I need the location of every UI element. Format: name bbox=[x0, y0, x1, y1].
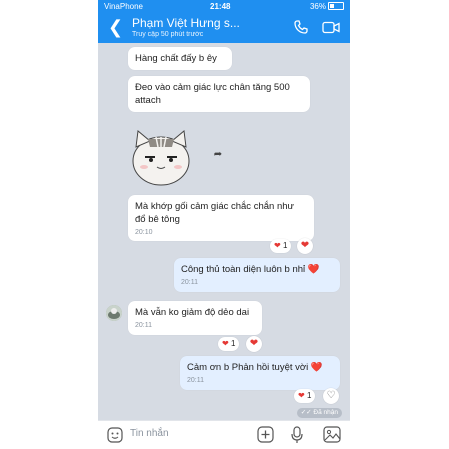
last-seen-status: Truy cập 50 phút trước bbox=[132, 31, 204, 38]
message-text: Cảm ơn b Phản hồi tuyệt vời ❤️ bbox=[187, 362, 323, 373]
carrier-label: VinaPhone bbox=[104, 2, 143, 11]
emoji-icon[interactable] bbox=[107, 427, 123, 448]
message-text: Công thủ toàn diện luôn b nhỉ ❤️ bbox=[181, 264, 320, 275]
seen-status: ✓✓ Đã nhận bbox=[296, 408, 342, 418]
heart-outline-icon: ♡ bbox=[326, 390, 336, 401]
message-list[interactable]: Hàng chất đấy b êy Đeo vào cảm giác lực … bbox=[98, 43, 350, 420]
message-bubble[interactable]: Mà khớp gối cảm giác chắc chắn như đổ bê… bbox=[128, 195, 314, 241]
message-text: Đeo vào cảm giác lực chân tăng 500 attac… bbox=[135, 82, 290, 106]
message-input[interactable]: Tin nhắn bbox=[130, 428, 169, 439]
contact-name[interactable]: Phạm Việt Hưng s... bbox=[132, 16, 272, 30]
chat-header: ❮ Phạm Việt Hưng s... Truy cập 50 phút t… bbox=[98, 13, 350, 43]
avatar[interactable] bbox=[106, 305, 122, 321]
react-heart-button[interactable]: ♡ bbox=[323, 388, 339, 404]
reaction-count: 1 bbox=[230, 339, 236, 348]
battery-icon bbox=[328, 2, 344, 10]
phone-call-icon[interactable] bbox=[293, 19, 309, 40]
reaction-badge[interactable]: ❤ 1 bbox=[270, 239, 292, 253]
message-time: 20:10 bbox=[135, 229, 153, 236]
heart-icon: ❤ bbox=[222, 339, 229, 348]
reaction-count: 1 bbox=[282, 241, 288, 250]
heart-icon: ❤ bbox=[298, 391, 305, 400]
reaction-count: 1 bbox=[306, 391, 312, 400]
message-time: 20:11 bbox=[135, 322, 152, 329]
clock: 21:48 bbox=[210, 2, 231, 11]
message-bubble[interactable]: Đeo vào cảm giác lực chân tăng 500 attac… bbox=[128, 76, 310, 112]
react-heart-button[interactable]: ❤ bbox=[297, 238, 313, 254]
share-icon[interactable]: ➦ bbox=[210, 147, 226, 163]
add-icon[interactable] bbox=[257, 426, 274, 448]
reaction-badge[interactable]: ❤ 1 bbox=[218, 337, 240, 351]
microphone-icon[interactable] bbox=[291, 426, 303, 449]
message-time: 20:11 bbox=[187, 377, 204, 384]
message-bubble-me[interactable]: Công thủ toàn diện luôn b nhỉ ❤️ 20:11 bbox=[174, 258, 340, 292]
phone-screen: VinaPhone 21:48 36% ❮ Phạm Việt Hưng s..… bbox=[98, 0, 350, 449]
heart-icon: ❤ bbox=[274, 241, 281, 250]
message-bubble-me[interactable]: Cảm ơn b Phản hồi tuyệt vời ❤️ 20:11 bbox=[180, 356, 340, 390]
message-bubble[interactable]: Mà vẫn ko giảm độ dẻo dai 20:11 bbox=[128, 301, 262, 335]
message-bubble[interactable]: Hàng chất đấy b êy bbox=[128, 47, 232, 70]
message-text: Mà khớp gối cảm giác chắc chắn như đổ bê… bbox=[135, 201, 294, 225]
battery-indicator: 36% bbox=[310, 2, 344, 11]
react-heart-button[interactable]: ❤ bbox=[246, 336, 262, 352]
message-text: Mà vẫn ko giảm độ dẻo dai bbox=[135, 307, 250, 318]
heart-icon: ❤ bbox=[249, 338, 259, 349]
back-icon[interactable]: ❮ bbox=[108, 17, 123, 37]
message-text: Hàng chất đấy b êy bbox=[135, 53, 217, 64]
reaction-badge[interactable]: ❤ 1 bbox=[294, 389, 316, 403]
heart-icon: ❤ bbox=[300, 240, 310, 251]
cat-sticker[interactable] bbox=[128, 125, 194, 187]
message-time: 20:11 bbox=[181, 279, 198, 286]
input-bar: Tin nhắn bbox=[98, 420, 350, 449]
battery-percent: 36% bbox=[309, 2, 326, 11]
video-call-icon[interactable] bbox=[322, 21, 340, 39]
status-bar: VinaPhone 21:48 36% bbox=[98, 0, 350, 13]
image-icon[interactable] bbox=[323, 426, 341, 448]
